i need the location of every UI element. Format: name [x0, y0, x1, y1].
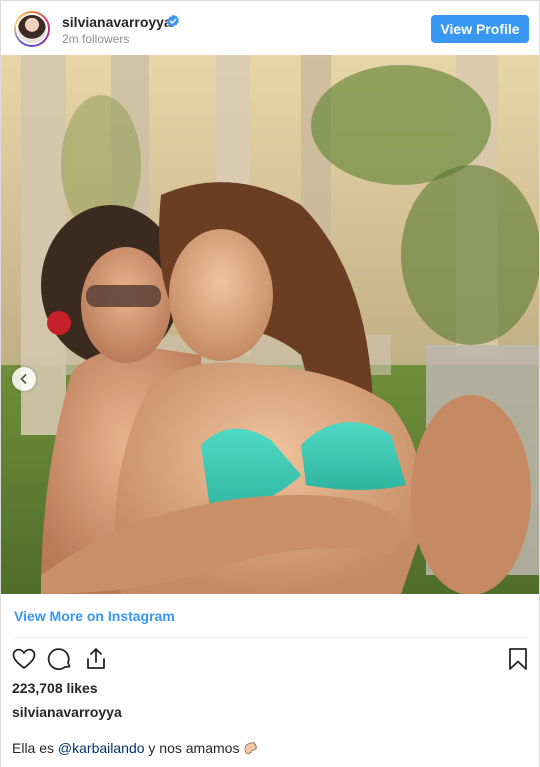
hand-wave-emoji [245, 742, 258, 754]
post-header: silvianavarroyya 2m followers View Profi… [1, 1, 539, 55]
post-caption: Ella es @karbailando y nos amamos [12, 740, 258, 756]
photo-illustration [1, 55, 539, 594]
bookmark-icon[interactable] [505, 646, 531, 672]
divider [14, 637, 527, 638]
instagram-embed-card: silvianavarroyya 2m followers View Profi… [0, 0, 540, 767]
share-icon[interactable] [83, 646, 109, 672]
caption-mention-link[interactable]: @karbailando [58, 740, 145, 756]
comment-icon[interactable] [47, 646, 73, 672]
view-more-link[interactable]: View More on Instagram [14, 608, 175, 624]
username[interactable]: silvianavarroyya [62, 14, 172, 30]
follower-count: 2m followers [62, 32, 130, 46]
verified-badge-icon [167, 14, 179, 28]
like-count: 223,708 likes [12, 680, 98, 696]
avatar-image [16, 13, 48, 45]
view-profile-button[interactable]: View Profile [431, 15, 529, 43]
post-photo[interactable] [1, 55, 539, 594]
post-owner-username[interactable]: silvianavarroyya [12, 704, 122, 720]
caption-text-end: y nos amamos [144, 740, 240, 756]
heart-icon[interactable] [11, 646, 37, 672]
chevron-left-icon [20, 374, 27, 384]
caption-text: Ella es [12, 740, 58, 756]
carousel-prev-button[interactable] [12, 367, 36, 391]
avatar[interactable] [14, 11, 50, 47]
